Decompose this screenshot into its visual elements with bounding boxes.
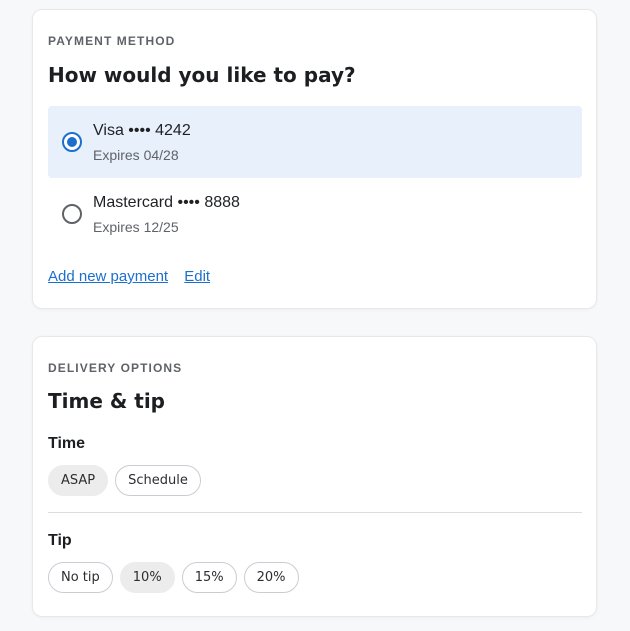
time-label: Time [48, 435, 86, 452]
time-chip-group: ASAP Schedule [48, 465, 201, 496]
tip-chip-10[interactable]: 10% [119, 562, 175, 593]
add-new-payment-link[interactable]: Add new payment [48, 268, 168, 285]
section-divider [48, 512, 582, 513]
payment-option-expiry: Expires 04/28 [93, 147, 179, 163]
payment-option-mastercard[interactable]: Mastercard •••• 8888 Expires 12/25 [48, 178, 582, 250]
payment-method-card: PAYMENT METHOD How would you like to pay… [32, 9, 597, 309]
tip-label: Tip [48, 532, 72, 549]
delivery-options-card: DELIVERY OPTIONS Time & tip Time ASAP Sc… [32, 336, 597, 617]
tip-chip-group: No tip 10% 15% 20% [48, 562, 299, 593]
payment-eyebrow: PAYMENT METHOD [48, 34, 176, 48]
payment-links: Add new payment Edit [48, 268, 222, 285]
payment-option-visa[interactable]: Visa •••• 4242 Expires 04/28 [48, 106, 582, 178]
time-chip-schedule[interactable]: Schedule [115, 465, 201, 496]
tip-chip-15[interactable]: 15% [181, 562, 237, 593]
radio-selected-icon[interactable] [62, 132, 82, 152]
delivery-heading: Time & tip [48, 389, 166, 413]
payment-heading: How would you like to pay? [48, 63, 356, 87]
payment-option-name: Mastercard •••• 8888 [93, 194, 240, 211]
payment-option-expiry: Expires 12/25 [93, 219, 179, 235]
tip-chip-none[interactable]: No tip [48, 562, 113, 593]
delivery-eyebrow: DELIVERY OPTIONS [48, 361, 183, 375]
time-chip-asap[interactable]: ASAP [48, 465, 109, 496]
payment-option-name: Visa •••• 4242 [93, 122, 191, 139]
edit-payment-link[interactable]: Edit [184, 268, 210, 285]
radio-unselected-icon[interactable] [62, 204, 82, 224]
tip-chip-20[interactable]: 20% [243, 562, 299, 593]
